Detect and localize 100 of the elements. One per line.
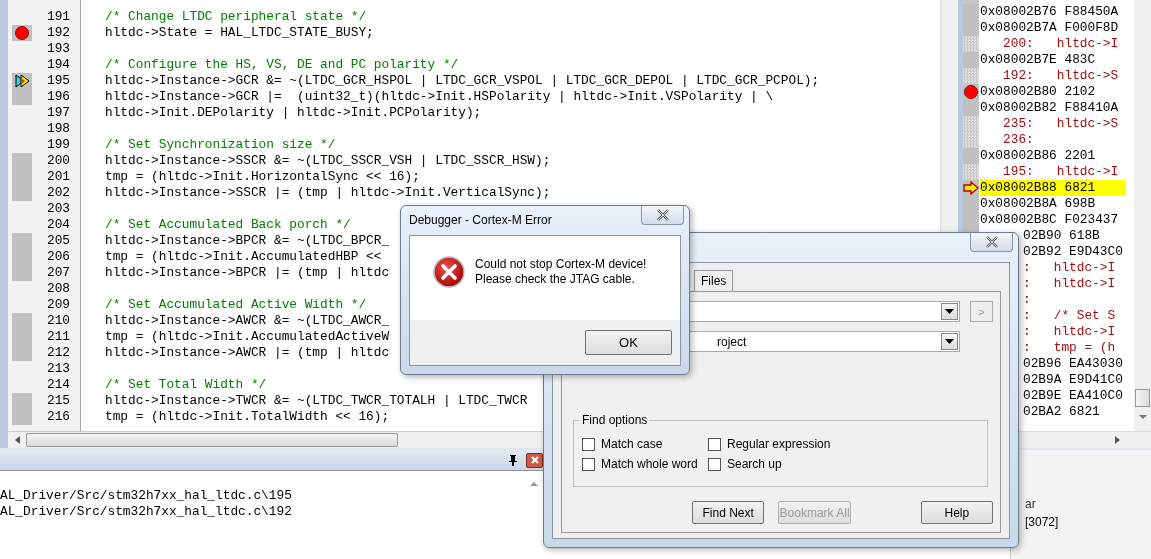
line-number: 194: [45, 57, 70, 73]
line-number: 198: [45, 121, 70, 137]
code-line: tmp = (hltdc->Init.HorizontalSync << 16);: [105, 169, 420, 184]
line-number: 216: [45, 409, 70, 425]
dropdown-button[interactable]: [941, 303, 958, 320]
scrollbar-thumb[interactable]: [26, 433, 398, 447]
close-icon: [654, 208, 671, 222]
line-number: 207: [45, 265, 70, 281]
tab[interactable]: Files: [694, 270, 734, 291]
checkbox-option[interactable]: Regular expression: [708, 436, 979, 452]
column-header: ar: [1025, 497, 1037, 513]
code-line: hltdc->Instance->GCR |= (uint32_t)(hltdc->Init.HSPolarity | hltdc->Init.VSPolarity | \: [105, 89, 774, 104]
instruction-line: 02B9A E9D41C0: [1023, 372, 1123, 387]
instruction-line: 02B90 618B: [1023, 228, 1100, 243]
line-number: 203: [45, 201, 70, 217]
source-line: 192: hltdc->S: [1002, 68, 1119, 83]
gutter-cell: [963, 212, 979, 228]
table-cell-text: [3072]: [1025, 515, 1060, 531]
instruction-line: 02B92 E9D43C0: [1023, 244, 1123, 259]
instruction-line: 0x08002B8A 698B: [980, 196, 1096, 211]
code-line: tmp = (hltdc->Init.AccumulatedHBP <<: [105, 249, 382, 264]
gutter-cell: [963, 52, 979, 68]
instruction-line: 0x08002B86 2201: [980, 148, 1096, 163]
line-number: 215: [45, 393, 70, 409]
caret-icon: [945, 309, 954, 314]
close-button[interactable]: [526, 452, 543, 468]
code-comment: /* Set Total Width */: [105, 377, 267, 392]
line-number: 208: [45, 281, 70, 297]
instruction-line: 0x08002B80 2102: [980, 84, 1096, 99]
code-line: hltdc->Instance->AWCR &= ~(LTDC_AWCR_: [105, 313, 390, 328]
code-line: hltdc->Instance->BPCR |= (tmp | hltdc: [105, 265, 390, 280]
instruction-line: 02BA2 6821: [1023, 404, 1100, 419]
dialog-button[interactable]: Find Next: [692, 501, 765, 524]
instruction-line: 02B96 EA43030: [1023, 356, 1123, 371]
checkbox-option[interactable]: Match case: [582, 436, 708, 452]
ok-button[interactable]: OK: [585, 330, 672, 355]
code-line: hltdc->Instance->AWCR |= (tmp | hltdc: [105, 345, 390, 360]
source-line: : hltdc->I: [1023, 260, 1116, 275]
line-number: 214: [45, 377, 70, 393]
code-comment: /* Set Accumulated Back porch */: [105, 217, 351, 232]
checkbox-option[interactable]: Match whole word: [582, 456, 708, 472]
line-number: 206: [45, 249, 70, 265]
gutter-cell: [963, 132, 979, 148]
scroll-right-arrow-icon: [1113, 435, 1121, 445]
gutter-cell: [963, 20, 979, 36]
vertical-scrollbar[interactable]: [1134, 0, 1151, 431]
source-line: : tmp = (h: [1023, 340, 1116, 355]
instruction-line: 0x08002B7A F000F8D: [980, 20, 1119, 35]
line-number: 204: [45, 217, 70, 233]
code-comment: /* Set Accumulated Active Width */: [105, 297, 367, 312]
error-message: Could not stop Cortex-M device! Please check the JTAG cable.: [475, 257, 647, 287]
scroll-up-arrow-icon: [529, 480, 539, 488]
dropdown-button[interactable]: [941, 333, 958, 350]
line-number: 209: [45, 297, 70, 313]
close-icon: [983, 235, 1000, 249]
scrollbar-thumb[interactable]: [1135, 389, 1150, 407]
code-line: tmp = (hltdc->Init.AccumulatedActiveW: [105, 329, 390, 344]
line-number: 210: [45, 313, 70, 329]
line-number: 199: [45, 137, 70, 153]
code-line: hltdc->Instance->SSCR |= (tmp | hltdc->Init.VerticalSync);: [105, 185, 551, 200]
instruction-line: 0x08002B7E 483C: [980, 52, 1096, 67]
line-number: 211: [45, 329, 70, 345]
instruction-line: 0x08002B8C F023437: [980, 212, 1119, 227]
line-number: 200: [45, 153, 70, 169]
source-line: : hltdc->I: [1023, 324, 1116, 339]
line-number: 202: [45, 185, 70, 201]
line-number: 213: [45, 361, 70, 377]
source-line: :: [1023, 292, 1031, 307]
source-line: 236:: [1002, 132, 1034, 147]
code-comment: /* Change LTDC peripheral state */: [105, 9, 367, 24]
gutter-cell: [963, 148, 979, 164]
output-line: AL_Driver/Src/stm32h7xx_hal_ltdc.c\192: [0, 504, 292, 520]
group-title: Find options: [580, 413, 650, 427]
line-number: 193: [45, 41, 70, 57]
code-line: hltdc->Instance->SSCR &= ~(LTDC_SSCR_VSH | LTDC_SSCR_HSW);: [105, 153, 551, 168]
gutter-cell: [963, 164, 979, 180]
error-icon: [433, 256, 465, 288]
source-line: 195: hltdc->I: [1002, 164, 1119, 179]
caret-icon: [945, 339, 954, 344]
source-line: 235: hltdc->S: [1002, 116, 1119, 131]
line-number: 212: [45, 345, 70, 361]
scroll-down-arrow-icon: [1137, 413, 1148, 421]
output-line: AL_Driver/Src/stm32h7xx_hal_ltdc.c\195: [0, 488, 292, 504]
gutter-cell: [963, 68, 979, 84]
source-line: 200: hltdc->I: [1002, 36, 1119, 51]
dialog-button[interactable]: Help: [920, 501, 993, 524]
code-line: hltdc->State = HAL_LTDC_STATE_BUSY;: [105, 25, 374, 40]
gutter-cell: [963, 36, 979, 52]
checkbox-option[interactable]: Search up: [708, 456, 979, 472]
close-button[interactable]: [970, 233, 1013, 252]
code-line: hltdc->Instance->BPCR &= ~(LTDC_BPCR_: [105, 233, 390, 248]
code-line: hltdc->Instance->TWCR &= ~(LTDC_TWCR_TOTALH | LTDC_TWCR: [105, 393, 528, 408]
line-number: 192: [45, 25, 70, 41]
line-number: 196: [45, 89, 70, 105]
line-number: 197: [45, 105, 70, 121]
instruction-line: 0x08002B76 F88450A: [980, 4, 1119, 19]
close-button[interactable]: [641, 206, 684, 225]
instruction-line: 0x08002B82 F88410A: [980, 100, 1119, 115]
line-number: 191: [45, 9, 70, 25]
line-number: 195: [45, 73, 70, 89]
